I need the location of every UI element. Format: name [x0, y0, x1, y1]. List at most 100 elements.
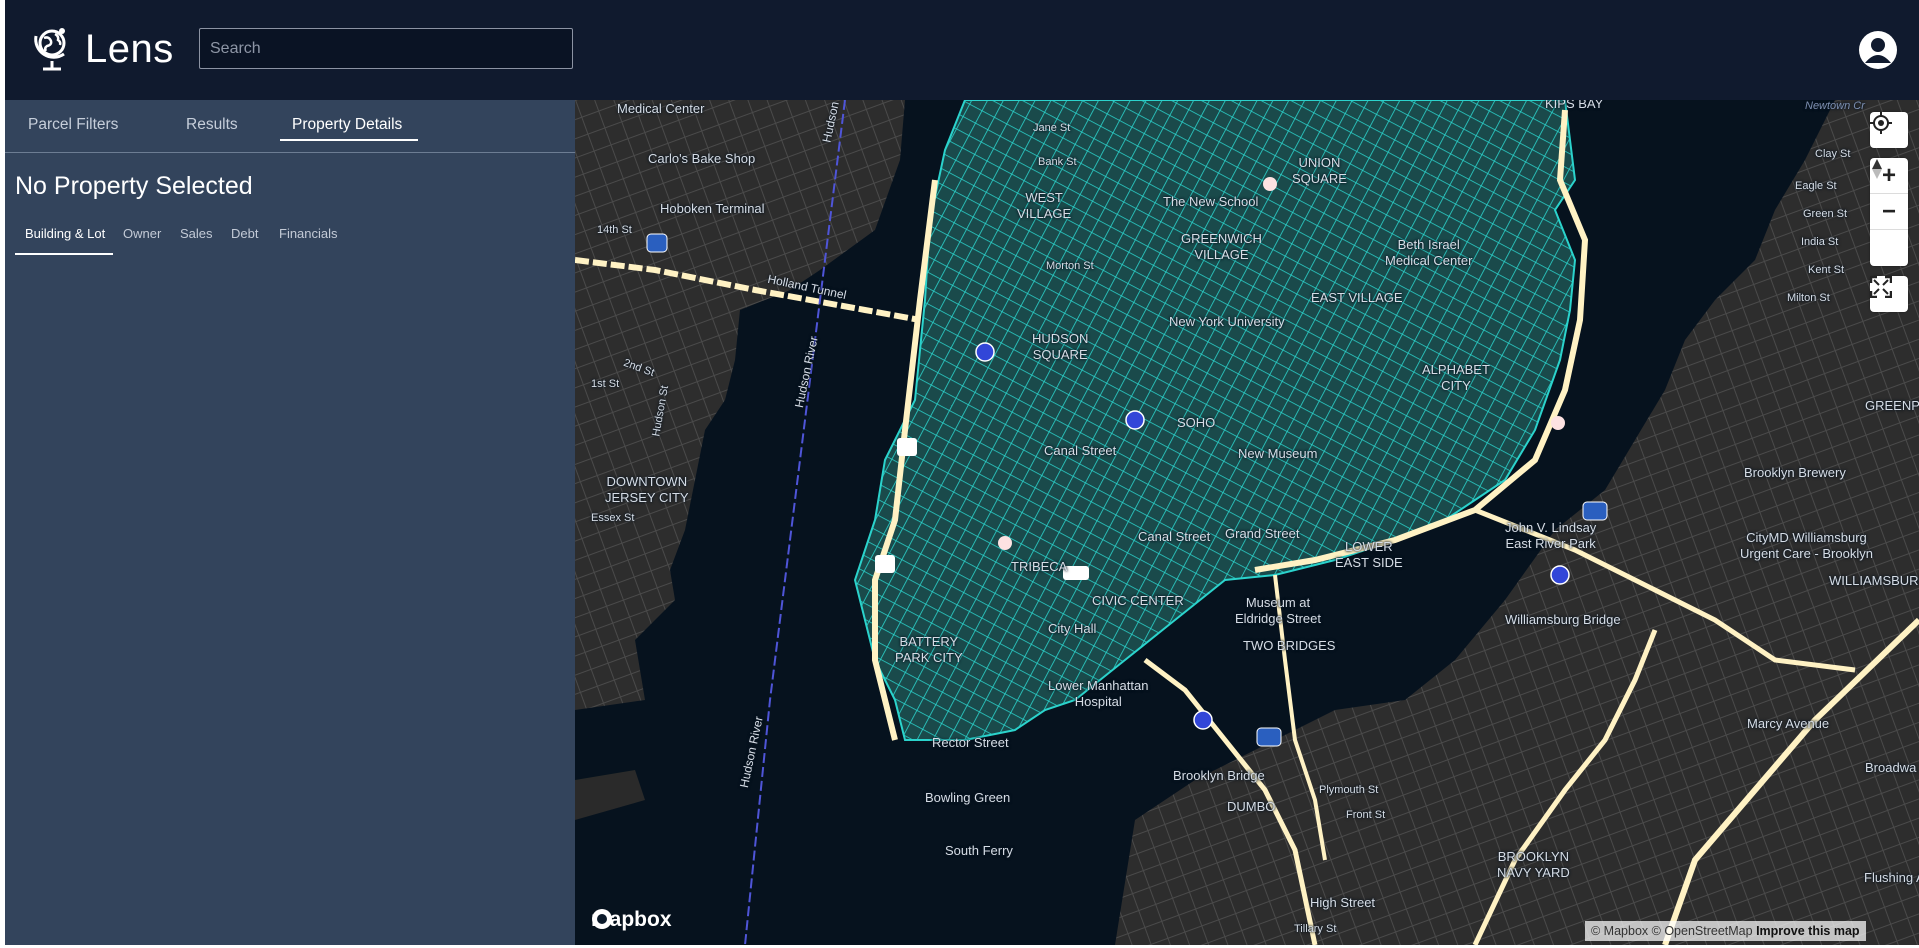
map-label: Marcy Avenue — [1747, 716, 1830, 731]
map-label: Museum at Eldridge Street — [1235, 595, 1321, 626]
map-label: WILLIAMSBURG — [1829, 573, 1919, 588]
map-label: Tillary St — [1294, 923, 1337, 935]
route9a-shield-2 — [875, 555, 895, 573]
mta-marker-high — [1193, 710, 1213, 730]
mapbox-logo[interactable]: mapbox — [591, 908, 672, 932]
map-label: BATTERY PARK CITY — [895, 634, 963, 665]
map-label: TRIBECA — [1011, 559, 1068, 574]
map-label: Kent St — [1808, 264, 1845, 276]
side-panel: Parcel Filters Results Property Details … — [5, 100, 575, 945]
map-label: Rector Street — [932, 735, 1009, 750]
map-label: Milton St — [1787, 292, 1830, 304]
search-input[interactable] — [199, 28, 573, 69]
map-label: Williamsburg Bridge — [1505, 612, 1621, 627]
map-label: UNION SQUARE — [1292, 155, 1347, 186]
subtab-building-lot[interactable]: Building & Lot — [25, 226, 105, 241]
map-label: Brooklyn Brewery — [1744, 465, 1846, 480]
jersey-land — [575, 100, 905, 710]
map-label: Plymouth St — [1319, 784, 1379, 796]
map-label: Bank St — [1038, 156, 1077, 168]
mta-marker-grand — [1125, 410, 1145, 430]
map-label: HUDSON SQUARE — [1032, 331, 1089, 362]
hospital-marker-1 — [1263, 177, 1277, 191]
map-label: LOWER EAST SIDE — [1335, 539, 1403, 570]
map-label: CityMD Williamsburg Urgent Care - Brookl… — [1740, 530, 1873, 561]
subtab-owner[interactable]: Owner — [123, 226, 161, 241]
map-label: WEST VILLAGE — [1017, 190, 1072, 221]
map-label: DUMBO — [1227, 799, 1276, 814]
map-label: SOHO — [1177, 415, 1216, 430]
map-label: High Street — [1310, 895, 1376, 910]
app-window: Lens Parcel Filters Results Property Det… — [5, 0, 1919, 945]
map-label: Essex St — [591, 512, 635, 524]
map-label: Canal Street — [1044, 443, 1117, 458]
map-graphics — [575, 100, 1919, 945]
map-label: John V. Lindsay East River Park — [1505, 520, 1597, 551]
user-avatar-icon[interactable] — [1858, 30, 1898, 70]
mta-marker-marcy — [1550, 565, 1570, 585]
map-label: South Ferry — [945, 843, 1013, 858]
top-header: Lens — [5, 0, 1919, 100]
map-label: 1st St — [591, 378, 620, 390]
main-tabs: Parcel Filters Results Property Details — [5, 100, 575, 153]
map-label: Carlo's Bake Shop — [648, 151, 756, 166]
map-label: Canal Street — [1138, 529, 1211, 544]
map-label: Bowling Green — [925, 790, 1011, 805]
map-label: KIPS BAY — [1545, 100, 1604, 111]
i278-shield-1 — [1256, 727, 1282, 747]
map-label: Clay St — [1815, 148, 1851, 160]
i78-shield — [646, 233, 668, 253]
map-label: The New School — [1163, 194, 1259, 209]
jersey-land-south — [575, 770, 645, 820]
map-label: Front St — [1346, 809, 1386, 821]
attribution-mapbox-link[interactable]: © Mapbox — [1591, 924, 1648, 938]
attribution-osm-link[interactable]: © OpenStreetMap — [1652, 924, 1753, 938]
subtab-financials[interactable]: Financials — [279, 226, 338, 241]
tab-property-details[interactable]: Property Details — [292, 116, 402, 134]
mta-marker-canal — [975, 342, 995, 362]
map-label: Broadwa — [1865, 760, 1917, 775]
zoom-control: + − — [1870, 158, 1908, 266]
map-label: Grand Street — [1225, 526, 1300, 541]
map-label: New York University — [1169, 314, 1285, 329]
map-label: Newtown Cr — [1805, 100, 1865, 112]
map-label: Flushing A — [1864, 870, 1919, 885]
map-label: Beth Israel Medical Center — [1385, 237, 1473, 268]
map-label: Eagle St — [1795, 180, 1837, 192]
map-label: ALPHABET CITY — [1422, 362, 1490, 393]
map-label: India St — [1801, 236, 1839, 248]
map-label: EAST VILLAGE — [1311, 290, 1403, 305]
map-label: GREENPOI — [1865, 398, 1919, 413]
active-subtab-indicator — [15, 253, 113, 255]
map-label: TWO BRIDGES — [1243, 638, 1336, 653]
fullscreen-control — [1870, 276, 1908, 312]
hospital-marker-2 — [998, 536, 1012, 550]
app-title: Lens — [85, 27, 174, 71]
map-label: Hoboken Terminal — [660, 201, 765, 216]
tab-parcel-filters[interactable]: Parcel Filters — [28, 116, 118, 134]
subtab-debt[interactable]: Debt — [231, 226, 258, 241]
map-label: Lower Manhattan Hospital — [1048, 678, 1149, 709]
zoom-out-button[interactable]: − — [1870, 194, 1908, 230]
map-canvas[interactable]: Medical Center Carlo's Bake Shop Hoboken… — [575, 100, 1919, 945]
geolocate-icon[interactable] — [1870, 112, 1908, 148]
compass-icon[interactable] — [1870, 159, 1908, 266]
improve-map-link[interactable]: Improve this map — [1756, 924, 1860, 938]
mapbox-logo-icon — [592, 909, 612, 929]
map-label: Green St — [1803, 208, 1848, 220]
globe-logo-icon — [34, 28, 66, 71]
subtab-sales[interactable]: Sales — [180, 226, 213, 241]
tab-results[interactable]: Results — [186, 116, 238, 134]
map-label: 14th St — [597, 224, 632, 236]
map-label: Morton St — [1046, 260, 1094, 272]
map-label: GREENWICH VILLAGE — [1181, 231, 1262, 262]
fullscreen-icon[interactable] — [1870, 276, 1908, 312]
route9a-shield-1 — [897, 438, 917, 456]
map-label: Medical Center — [617, 101, 705, 116]
map-label: BROOKLYN NAVY YARD — [1497, 849, 1570, 880]
geolocate-control — [1870, 112, 1908, 148]
map-attribution: © Mapbox © OpenStreetMap Improve this ma… — [1585, 921, 1866, 941]
property-title: No Property Selected — [15, 172, 253, 200]
i278-shield-2 — [1582, 501, 1608, 521]
map-label: Brooklyn Bridge — [1173, 768, 1265, 783]
